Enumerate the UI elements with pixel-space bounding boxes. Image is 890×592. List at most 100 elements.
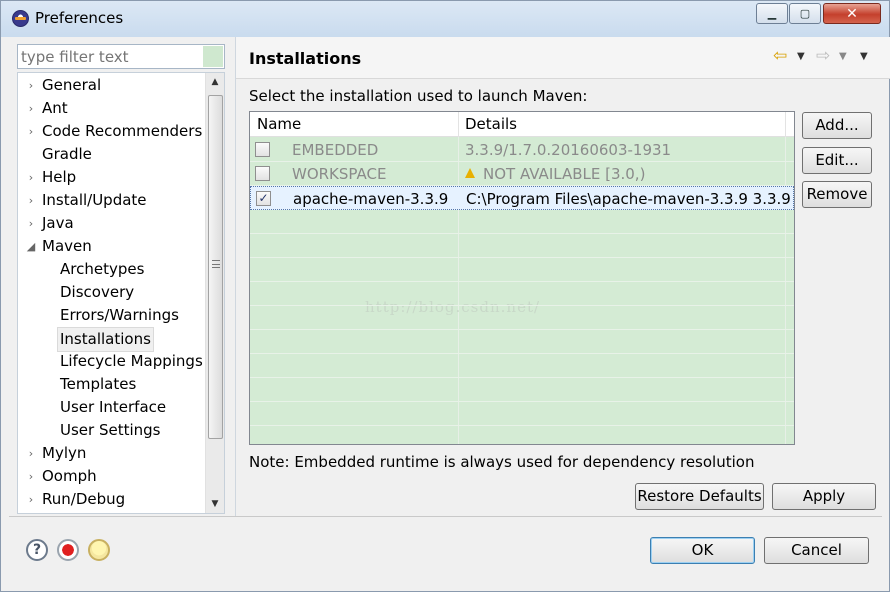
tree-item[interactable]: User Interface xyxy=(60,396,166,419)
row-checkbox[interactable] xyxy=(255,142,270,157)
add-button[interactable]: Add... xyxy=(802,112,872,139)
row-grid-line xyxy=(250,281,794,282)
row-grid-line xyxy=(250,425,794,426)
table-row[interactable]: EMBEDDED 3.3.9/1.7.0.20160603-1931 xyxy=(250,138,794,162)
tree-item-label: Templates xyxy=(60,375,137,393)
tree-item-label: Mylyn xyxy=(42,444,87,462)
page-title: Installations xyxy=(249,49,362,68)
tree-item-label: Lifecycle Mappings xyxy=(60,352,203,370)
expand-arrow-icon[interactable]: › xyxy=(26,166,36,189)
tree-item[interactable]: › Run/Debug xyxy=(26,488,125,511)
column-divider[interactable] xyxy=(458,112,459,137)
cell-details-text: NOT AVAILABLE [3.0,) xyxy=(483,165,646,183)
column-header-name[interactable]: Name xyxy=(257,115,301,133)
title-bar: Preferences ▁ ▢ ✕ xyxy=(1,1,889,37)
row-grid-line xyxy=(250,401,794,402)
tree-item-label: Gradle xyxy=(42,145,92,163)
expand-arrow-icon[interactable]: › xyxy=(26,189,36,212)
window-title: Preferences xyxy=(35,9,124,27)
edit-button[interactable]: Edit... xyxy=(802,147,872,174)
collapse-arrow-icon[interactable]: ◢ xyxy=(26,235,36,258)
tree-item[interactable]: User Settings xyxy=(60,419,160,442)
scroll-down-arrow-icon[interactable]: ▼ xyxy=(206,495,224,513)
back-dropdown-icon[interactable]: ▼ xyxy=(797,47,805,65)
minimize-button[interactable]: ▁ xyxy=(756,3,788,24)
installations-page: Installations ⇦ ▼ ⇨ ▼ ▼ Select the insta… xyxy=(235,37,890,517)
tree-item[interactable]: › Oomph xyxy=(26,465,97,488)
column-header-details[interactable]: Details xyxy=(465,115,517,133)
tree-item[interactable]: Installations xyxy=(57,327,154,352)
tree-scrollbar[interactable]: ▲ ▼ xyxy=(205,73,224,513)
row-grid-line xyxy=(250,233,794,234)
filter-input[interactable] xyxy=(18,45,204,68)
ok-button[interactable]: OK xyxy=(650,537,755,564)
tree-item-label: Java xyxy=(42,214,74,232)
scroll-thumb[interactable] xyxy=(208,95,223,439)
tree-item-label: Install/Update xyxy=(42,191,147,209)
expand-arrow-icon[interactable]: › xyxy=(26,212,36,235)
tree-item[interactable]: Templates xyxy=(60,373,136,396)
preferences-window: Preferences ▁ ▢ ✕ ▲ ▼ › General › Ant › Code … xyxy=(0,0,890,592)
tree-item[interactable]: Discovery xyxy=(60,281,134,304)
forward-dropdown-icon[interactable]: ▼ xyxy=(839,47,847,65)
eclipse-icon xyxy=(12,10,29,27)
tree-item[interactable]: › Java xyxy=(26,212,74,235)
tree-item[interactable]: Lifecycle Mappings xyxy=(60,350,203,373)
tree-item-label: Code Recommenders xyxy=(42,122,203,140)
record-icon[interactable] xyxy=(57,539,79,561)
tree-item-label: Maven xyxy=(42,237,92,255)
cell-name: EMBEDDED xyxy=(292,141,379,159)
expand-arrow-icon[interactable]: › xyxy=(26,74,36,97)
row-grid-line xyxy=(250,257,794,258)
grip-icon xyxy=(212,260,220,268)
expand-arrow-icon[interactable]: › xyxy=(26,442,36,465)
page-header: Installations ⇦ ▼ ⇨ ▼ ▼ xyxy=(236,37,890,79)
tree-item[interactable]: › Code Recommenders xyxy=(26,120,202,143)
forward-arrow-icon[interactable]: ⇨ xyxy=(816,46,830,66)
cell-details: NOT AVAILABLE [3.0,) xyxy=(465,165,645,183)
tree-item[interactable]: ◢ Maven xyxy=(26,235,92,258)
cancel-button[interactable]: Cancel xyxy=(764,537,869,564)
row-checkbox[interactable] xyxy=(255,166,270,181)
expand-arrow-icon[interactable]: › xyxy=(26,97,36,120)
cell-details: 3.3.9/1.7.0.20160603-1931 xyxy=(465,141,672,159)
table-row[interactable]: ✓ apache-maven-3.3.9 C:\Program Files\apac… xyxy=(250,186,794,210)
tree-item[interactable]: › Install/Update xyxy=(26,189,147,212)
tree-item-label: General xyxy=(42,76,102,94)
filter-box xyxy=(17,44,225,69)
tree-item-label: User Settings xyxy=(60,421,161,439)
restore-defaults-button[interactable]: Restore Defaults xyxy=(635,483,764,510)
lightbulb-icon[interactable] xyxy=(88,539,110,561)
row-checkbox[interactable]: ✓ xyxy=(256,191,271,206)
table-row[interactable]: WORKSPACE NOT AVAILABLE [3.0,) xyxy=(250,162,794,186)
expand-arrow-icon[interactable]: › xyxy=(26,465,36,488)
tree-item[interactable]: › Help xyxy=(26,166,76,189)
maximize-button[interactable]: ▢ xyxy=(789,3,821,24)
tree-item[interactable]: Archetypes xyxy=(60,258,144,281)
tree-item-label: User Interface xyxy=(60,398,167,416)
tree-item[interactable]: › Mylyn xyxy=(26,442,87,465)
tree-item-label: Run/Debug xyxy=(42,490,126,508)
view-menu-icon[interactable]: ▼ xyxy=(860,47,868,65)
tree-item[interactable]: › General xyxy=(26,74,101,97)
note-label: Note: Embedded runtime is always used fo… xyxy=(249,453,755,471)
watermark: http://blog.csdn.net/ xyxy=(365,298,541,316)
close-button[interactable]: ✕ xyxy=(823,3,881,24)
remove-button[interactable]: Remove xyxy=(802,181,872,208)
tree-item[interactable]: › Ant xyxy=(26,97,68,120)
help-icon[interactable]: ? xyxy=(26,539,48,561)
table-header: Name Details xyxy=(250,112,794,137)
tree-item[interactable]: Gradle xyxy=(26,143,92,166)
scroll-up-arrow-icon[interactable]: ▲ xyxy=(206,73,224,91)
tree-item[interactable]: Errors/Warnings xyxy=(60,304,179,327)
expand-arrow-icon[interactable]: › xyxy=(26,488,36,511)
cell-details: C:\Program Files\apache-maven-3.3.9 3.3.… xyxy=(466,190,791,208)
preferences-tree: ▲ ▼ › General › Ant › Code Recommenders Gradle… xyxy=(17,72,225,514)
expand-arrow-icon[interactable]: › xyxy=(26,120,36,143)
column-divider[interactable] xyxy=(785,112,786,137)
back-arrow-icon[interactable]: ⇦ xyxy=(773,46,787,66)
apply-button[interactable]: Apply xyxy=(772,483,876,510)
row-grid-line xyxy=(250,353,794,354)
clear-filter-icon[interactable] xyxy=(203,46,223,67)
tree-item-label: Errors/Warnings xyxy=(60,306,179,324)
